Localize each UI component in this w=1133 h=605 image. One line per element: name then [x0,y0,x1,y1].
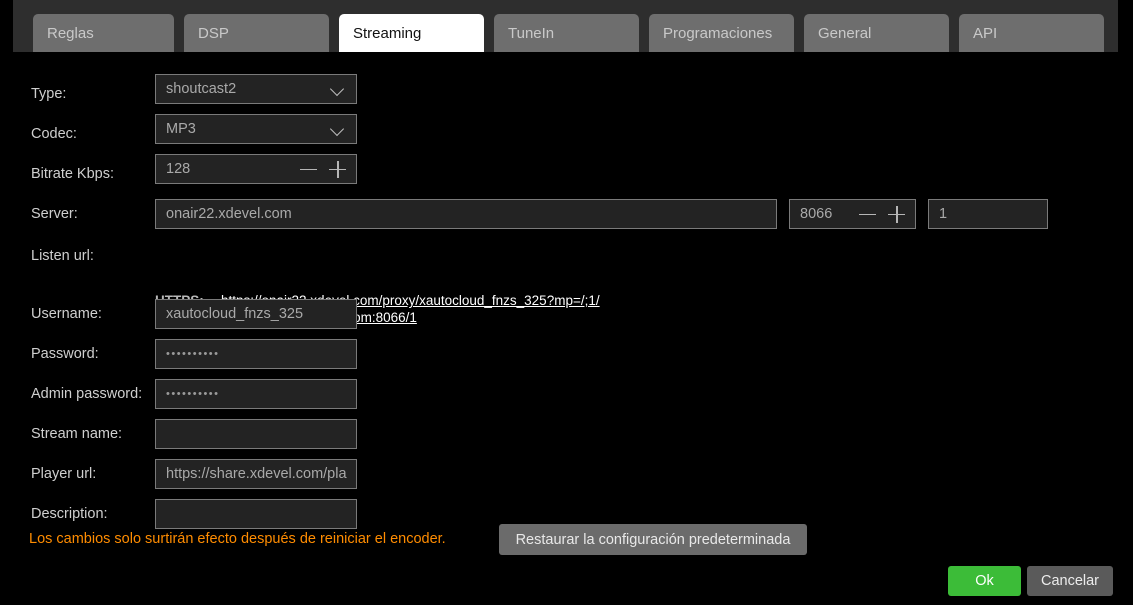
tab-label: Reglas [47,24,94,42]
port-stepper[interactable]: 8066 [789,199,916,229]
admin-password-value: •••••••••• [166,388,220,400]
row-server: Server: onair22.xdevel.com 8066 1 [0,194,1133,234]
streaming-form: Type: shoutcast2 Codec: MP3 Bitrate Kbps… [0,52,1133,605]
mountpoint-input[interactable]: 1 [928,199,1048,229]
tab-label: API [973,24,998,42]
ok-button[interactable]: Ok [948,566,1021,596]
plus-icon[interactable] [329,160,346,178]
tab-dsp[interactable]: DSP [184,14,329,52]
mountpoint-value: 1 [939,206,948,222]
listen-url-label: Listen url: [31,248,94,264]
password-label: Password: [31,346,99,362]
row-stream-name: Stream name: [0,414,1133,454]
port-value: 8066 [800,206,833,222]
tab-streaming[interactable]: Streaming [339,14,484,52]
bitrate-label: Bitrate Kbps: [31,166,115,182]
bitrate-value: 128 [166,161,191,177]
tab-programaciones[interactable]: Programaciones [649,14,794,52]
row-username: Username: xautocloud_fnzs_325 [0,294,1133,334]
player-url-value: https://share.xdevel.com/pla [166,466,347,482]
type-select[interactable]: shoutcast2 [155,74,357,104]
tab-bar: Reglas DSP Streaming TuneIn Programacion… [13,0,1118,52]
username-value: xautocloud_fnzs_325 [166,306,304,322]
server-value: onair22.xdevel.com [166,206,292,222]
type-label: Type: [31,86,67,102]
row-admin-password: Admin password: •••••••••• [0,374,1133,414]
port-stepper-buttons [859,205,905,223]
tab-label: DSP [198,24,229,42]
row-type: Type: shoutcast2 [0,74,1133,114]
tab-label: Programaciones [663,24,773,42]
row-password: Password: •••••••••• [0,334,1133,374]
streaming-settings-window: Reglas DSP Streaming TuneIn Programacion… [0,0,1133,605]
tab-general[interactable]: General [804,14,949,52]
codec-value: MP3 [166,121,196,137]
tab-api[interactable]: API [959,14,1104,52]
bitrate-stepper[interactable]: 128 [155,154,357,184]
admin-password-input[interactable]: •••••••••• [155,379,357,409]
codec-select[interactable]: MP3 [155,114,357,144]
chevron-down-icon [330,81,346,97]
username-label: Username: [31,306,102,322]
description-input[interactable] [155,499,357,529]
restart-warning-text: Los cambios solo surtirán efecto después… [29,531,446,547]
password-input[interactable]: •••••••••• [155,339,357,369]
plus-icon[interactable] [888,205,905,223]
minus-icon[interactable] [300,161,317,178]
password-value: •••••••••• [166,348,220,360]
minus-icon[interactable] [859,206,876,223]
server-label: Server: [31,206,78,222]
username-input[interactable]: xautocloud_fnzs_325 [155,299,357,329]
tab-reglas[interactable]: Reglas [33,14,174,52]
restore-defaults-button[interactable]: Restaurar la configuración predeterminad… [499,524,807,555]
codec-label: Codec: [31,126,77,142]
row-listen-url: Listen url: [0,238,1133,274]
description-label: Description: [31,506,108,522]
tab-tunein[interactable]: TuneIn [494,14,639,52]
player-url-label: Player url: [31,466,97,482]
tab-label: TuneIn [508,24,555,42]
player-url-input[interactable]: https://share.xdevel.com/pla [155,459,357,489]
bitrate-stepper-buttons [300,160,346,178]
type-value: shoutcast2 [166,81,237,97]
chevron-down-icon [330,121,346,137]
tab-label: General [818,24,872,42]
cancel-button[interactable]: Cancelar [1027,566,1113,596]
tab-label: Streaming [353,24,422,42]
row-player-url: Player url: https://share.xdevel.com/pla [0,454,1133,494]
row-codec: Codec: MP3 [0,114,1133,154]
row-bitrate: Bitrate Kbps: 128 [0,154,1133,194]
stream-name-label: Stream name: [31,426,123,442]
admin-password-label: Admin password: [31,386,143,402]
server-input[interactable]: onair22.xdevel.com [155,199,777,229]
stream-name-input[interactable] [155,419,357,449]
